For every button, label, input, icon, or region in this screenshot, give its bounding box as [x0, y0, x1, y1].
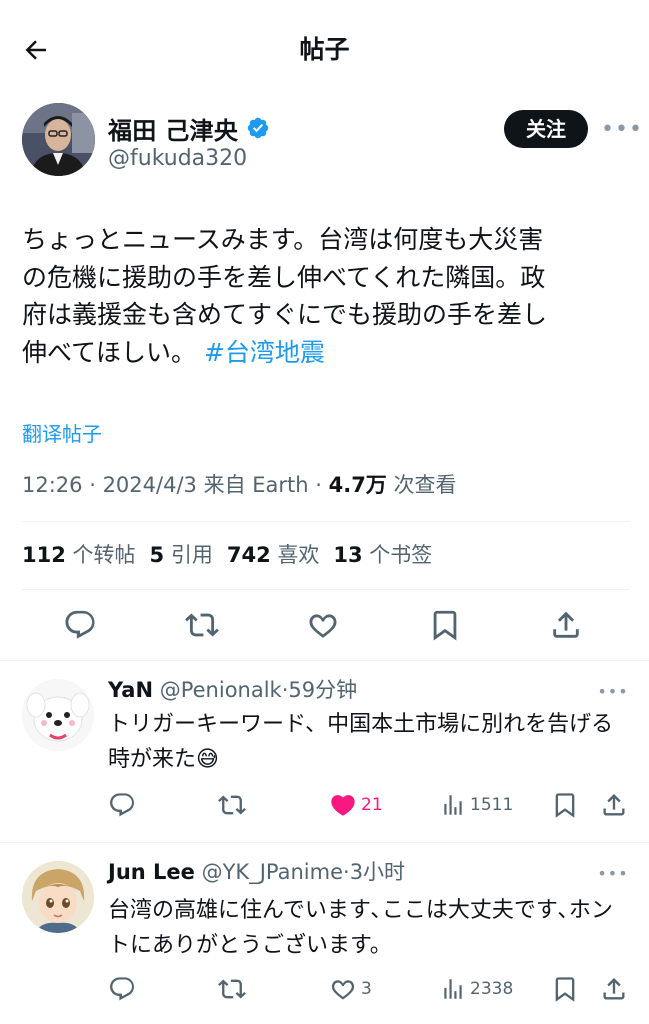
share-button[interactable]: [547, 606, 585, 644]
post-source: 来自 Earth: [203, 473, 309, 497]
page-title: 帖子: [299, 35, 350, 64]
reposts-label[interactable]: 个转帖: [73, 543, 136, 567]
quotes-label[interactable]: 引用: [171, 543, 213, 567]
bookmark-icon: [555, 793, 575, 818]
repost-icon: [218, 979, 246, 999]
share-button[interactable]: [600, 785, 628, 825]
reply-text: 台湾の高雄に住んでいます､ここは大丈夫です､ホントにありがとうございます。: [108, 898, 613, 958]
reply-separator: ·: [343, 860, 350, 884]
verified-badge-icon: [246, 116, 270, 140]
reply-button[interactable]: [108, 969, 136, 1009]
post-time: 12:26: [22, 473, 83, 497]
like-button[interactable]: 3: [329, 969, 372, 1009]
bookmark-icon: [555, 977, 575, 1002]
hashtag-link[interactable]: #台湾地震: [204, 338, 325, 367]
reply-icon: [65, 610, 95, 639]
author-name[interactable]: 福田 己津央: [108, 111, 238, 146]
reply-author-name[interactable]: Jun Lee: [108, 860, 195, 884]
post-date[interactable]: 2024/4/3: [103, 473, 197, 497]
more-options-icon[interactable]: •••: [597, 677, 627, 705]
reply-views-count: 2338: [470, 979, 514, 999]
author-avatar[interactable]: [22, 103, 95, 176]
divider: [22, 521, 630, 522]
reply-author-name[interactable]: YaN: [108, 678, 153, 702]
reply-like-count: 21: [361, 795, 383, 815]
reply-author-handle[interactable]: @Penionalk: [160, 678, 282, 702]
repost-button[interactable]: [183, 606, 221, 644]
like-button[interactable]: [304, 606, 342, 644]
reply-item[interactable]: Jun Lee @YK_JPanime·3小时 ••• 台湾の高雄に住んでいます…: [0, 843, 649, 1024]
like-button[interactable]: 21: [329, 785, 383, 825]
divider: [22, 589, 630, 590]
repost-button[interactable]: [218, 969, 246, 1009]
reply-avatar[interactable]: [22, 861, 94, 933]
bookmark-button[interactable]: [426, 606, 464, 644]
share-button[interactable]: [600, 969, 628, 1009]
likes-label[interactable]: 喜欢: [277, 543, 319, 567]
reply-button[interactable]: [108, 785, 136, 825]
reposts-count[interactable]: 112: [22, 543, 66, 567]
share-icon: [553, 611, 579, 638]
reply-button[interactable]: [61, 606, 99, 644]
bookmark-icon: [433, 610, 457, 641]
post-views-count: 4.7万: [328, 473, 387, 497]
likes-count[interactable]: 742: [227, 543, 271, 567]
author-name-group: 福田 己津央: [108, 111, 270, 145]
analytics-icon: [444, 795, 462, 815]
post-text: ちょっとニュースみます。台湾は何度も大災害 の危機に援助の手を差し伸べてくれた隣…: [22, 221, 622, 371]
repost-icon: [218, 795, 246, 815]
reply-time[interactable]: 3小时: [350, 860, 405, 884]
post-views-label: 次查看: [393, 473, 457, 497]
more-options-icon[interactable]: •••: [601, 115, 642, 143]
translate-post-link[interactable]: 翻译帖子: [22, 418, 102, 447]
post-action-bar: [0, 600, 649, 650]
reply-time[interactable]: 59分钟: [288, 678, 357, 702]
reply-header: Jun Lee @YK_JPanime·3小时: [108, 857, 405, 887]
heart-icon: [309, 614, 337, 638]
reply-avatar-image: [22, 679, 94, 751]
reply-text: トリガーキーワード、中国本土市場に別れを告げる時が来た😅: [108, 712, 614, 772]
heart-icon: [331, 980, 355, 1000]
bookmarks-count[interactable]: 13: [333, 543, 362, 567]
bookmark-button[interactable]: [551, 969, 579, 1009]
reply-author-handle[interactable]: @YK_JPanime: [202, 860, 343, 884]
views-button[interactable]: 1511: [440, 785, 513, 825]
post-stats: 112 个转帖 5 引用 742 喜欢 13 个书签: [22, 539, 446, 571]
author-handle[interactable]: @fukuda320: [108, 146, 247, 171]
quotes-count[interactable]: 5: [150, 543, 165, 567]
post-author-row: 福田 己津央 @fukuda320 关注 •••: [22, 103, 642, 185]
repost-button[interactable]: [218, 785, 246, 825]
share-icon: [603, 978, 625, 1000]
reply-like-count: 3: [361, 979, 372, 999]
reply-header: YaN @Penionalk·59分钟: [108, 675, 357, 705]
heart-filled-icon: [331, 795, 355, 816]
bookmarks-label[interactable]: 个书签: [369, 543, 432, 567]
post-detail-page: 帖子 福田 己津央 @fukuda320 关注 ••• ちょっとニュースみます。…: [0, 0, 649, 1024]
reply-icon: [110, 793, 134, 817]
reply-item[interactable]: YaN @Penionalk·59分钟 ••• トリガーキーワード、中国本土市場…: [0, 661, 649, 841]
reply-action-bar: 3 2338: [0, 969, 649, 1009]
bookmark-button[interactable]: [551, 785, 579, 825]
post-meta: 12:26 · 2024/4/3 来自 Earth · 4.7万 次查看: [22, 473, 457, 497]
views-button[interactable]: 2338: [440, 969, 513, 1009]
author-avatar-image: [22, 103, 95, 176]
top-bar: 帖子: [0, 0, 649, 96]
reply-avatar-image: [22, 861, 94, 933]
reply-views-count: 1511: [470, 795, 514, 815]
reply-action-bar: 21 1511: [0, 785, 649, 825]
more-options-icon[interactable]: •••: [597, 859, 627, 887]
share-icon: [603, 794, 625, 816]
analytics-icon: [444, 979, 462, 999]
reply-icon: [110, 977, 134, 1001]
reply-avatar[interactable]: [22, 679, 94, 751]
repost-icon: [185, 613, 219, 637]
follow-button[interactable]: 关注: [504, 110, 588, 148]
